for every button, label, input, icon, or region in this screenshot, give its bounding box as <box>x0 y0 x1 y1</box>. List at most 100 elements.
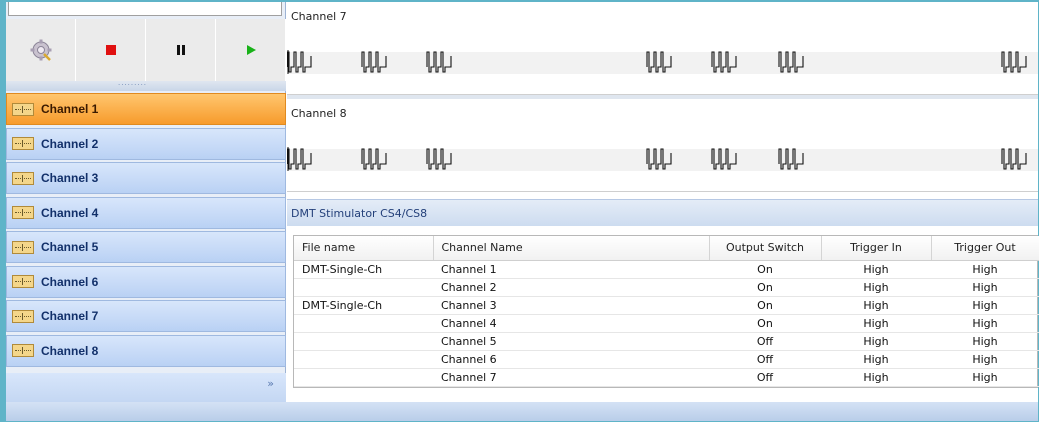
settings-button[interactable] <box>6 19 76 81</box>
pulse-burst <box>1001 148 1027 170</box>
cell-output-switch: On <box>709 296 821 315</box>
cell-file-name: DMT-Single-Ch <box>294 260 433 279</box>
cell-trigger-out: High <box>931 368 1039 387</box>
cell-output-switch: Off <box>709 368 821 387</box>
table-row[interactable]: Channel 7 Off High High <box>294 368 1039 387</box>
sidebar-item-label: Channel 1 <box>41 102 99 116</box>
table-row[interactable]: DMT-Single-Ch Channel 1 On High High <box>294 260 1039 279</box>
pulse-burst <box>778 51 804 73</box>
cell-channel-name: Channel 6 <box>433 350 709 369</box>
sidebar-item-channel-1[interactable]: Channel 1 <box>6 93 286 125</box>
table-row[interactable]: Channel 2 On High High <box>294 278 1039 297</box>
stimulator-header: DMT Stimulator CS4/CS8 <box>287 199 1038 226</box>
table-row[interactable]: DMT-Single-Ch Channel 3 On High High <box>294 296 1039 315</box>
gear-icon <box>30 39 51 61</box>
chevron-down-icon[interactable]: » <box>267 377 274 390</box>
cell-output-switch: Off <box>709 350 821 369</box>
cell-trigger-out: High <box>931 314 1039 333</box>
sidebar-item-label: Channel 3 <box>41 171 99 185</box>
sidebar-item-label: Channel 4 <box>41 205 99 220</box>
sidebar-item-label: Channel 2 <box>41 136 99 151</box>
column-header-file-name[interactable]: File name <box>294 236 434 261</box>
sidebar-item-label: Channel 7 <box>41 309 99 323</box>
column-header-trigger-out[interactable]: Trigger Out <box>931 236 1039 261</box>
stop-button[interactable] <box>76 19 146 81</box>
sidebar-item-channel-8[interactable]: Channel 8 <box>6 334 286 367</box>
cell-channel-name: Channel 3 <box>433 296 709 315</box>
table-row[interactable]: Channel 5 Off High High <box>294 332 1039 351</box>
waveform-trace <box>287 50 1027 74</box>
stimulator-title: DMT Stimulator CS4/CS8 <box>291 207 428 220</box>
cell-trigger-in: High <box>821 314 931 333</box>
waveform-panel-channel-7: Channel 7 <box>287 2 1038 95</box>
cell-trigger-in: High <box>821 368 931 387</box>
channel-icon <box>12 137 34 150</box>
pulse-burst <box>361 148 387 170</box>
cell-output-switch: On <box>709 260 821 279</box>
cell-channel-name: Channel 5 <box>433 332 709 351</box>
cell-file-name <box>294 332 433 351</box>
cell-trigger-in: High <box>821 278 931 297</box>
cell-file-name <box>294 368 433 387</box>
cell-file-name: DMT-Single-Ch <box>294 296 433 315</box>
sidebar-item-channel-7[interactable]: Channel 7 <box>6 300 286 332</box>
sidebar-item-channel-3[interactable]: Channel 3 <box>6 162 286 194</box>
cell-trigger-in: High <box>821 296 931 315</box>
sidebar-item-label: Channel 5 <box>41 240 99 254</box>
cell-channel-name: Channel 7 <box>433 368 709 387</box>
column-header-output-switch[interactable]: Output Switch <box>709 236 822 261</box>
stop-icon <box>105 45 116 55</box>
cell-trigger-out: High <box>931 350 1039 369</box>
channel-icon <box>12 171 34 185</box>
pulse-burst <box>1001 51 1027 73</box>
waveform-panel-channel-8: Channel 8 <box>287 99 1038 192</box>
pulse-burst <box>711 148 737 170</box>
sidebar-item-channel-6[interactable]: Channel 6 <box>6 265 286 298</box>
status-bar <box>6 402 1038 421</box>
cell-trigger-out: High <box>931 260 1039 279</box>
search-input[interactable] <box>8 2 282 16</box>
pause-icon <box>176 45 185 55</box>
sidebar-item-label: Channel 8 <box>41 343 99 358</box>
cell-trigger-in: High <box>821 260 931 279</box>
pulse-burst <box>778 148 804 170</box>
panel-splitter[interactable]: ········· <box>6 81 286 91</box>
table-row[interactable]: Channel 6 Off High High <box>294 350 1039 369</box>
waveform-title: Channel 8 <box>291 107 347 120</box>
cell-channel-name: Channel 2 <box>433 278 709 297</box>
table-row[interactable]: Channel 4 On High High <box>294 314 1039 333</box>
sidebar-item-label: Channel 6 <box>41 274 99 289</box>
channel-list: Channel 1 Channel 2 Channel 3 Channel 4 … <box>6 93 286 369</box>
sidebar-overflow: » <box>6 373 286 402</box>
cell-output-switch: On <box>709 314 821 333</box>
toolbar <box>6 19 286 81</box>
cell-file-name <box>294 278 433 297</box>
play-button[interactable] <box>216 19 286 81</box>
column-header-channel-name[interactable]: Channel Name <box>433 236 710 261</box>
pulse-burst <box>646 148 672 170</box>
sidebar-item-channel-4[interactable]: Channel 4 <box>6 196 286 229</box>
sidebar-item-channel-5[interactable]: Channel 5 <box>6 231 286 263</box>
cell-trigger-out: High <box>931 332 1039 351</box>
waveform-trace <box>287 147 1027 171</box>
cell-file-name <box>294 314 433 333</box>
pulse-burst <box>287 148 312 170</box>
column-header-trigger-in[interactable]: Trigger In <box>821 236 932 261</box>
left-panel: ········· Channel 1 Channel 2 Channel 3 … <box>6 2 286 402</box>
cell-trigger-in: High <box>821 332 931 351</box>
channel-icon <box>12 206 34 219</box>
pause-button[interactable] <box>146 19 216 81</box>
play-icon <box>246 45 256 55</box>
cell-trigger-out: High <box>931 296 1039 315</box>
pulse-burst <box>287 51 312 73</box>
stimulator-table: File name Channel Name Output Switch Tri… <box>293 235 1039 388</box>
cell-trigger-in: High <box>821 350 931 369</box>
cell-channel-name: Channel 1 <box>433 260 709 279</box>
pulse-burst <box>711 51 737 73</box>
channel-icon <box>12 344 34 357</box>
channel-icon <box>12 240 34 254</box>
cell-trigger-out: High <box>931 278 1039 297</box>
pulse-burst <box>646 51 672 73</box>
cell-file-name <box>294 350 433 369</box>
sidebar-item-channel-2[interactable]: Channel 2 <box>6 127 286 160</box>
